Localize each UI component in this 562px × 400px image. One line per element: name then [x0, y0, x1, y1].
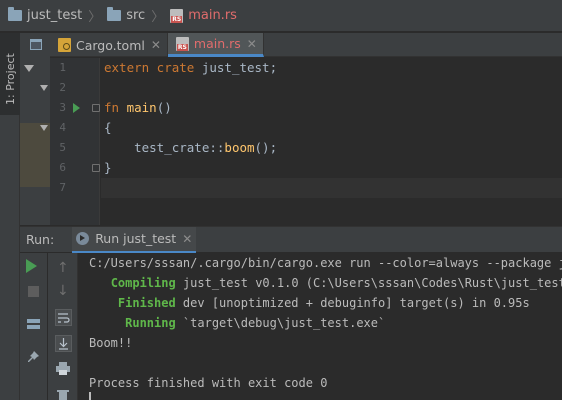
project-tool-tab[interactable]: 1: Project	[0, 33, 20, 115]
code-token: just_test;	[194, 60, 278, 75]
editor-gutter: 1 2 3 4 5 6 7	[50, 58, 100, 225]
breadcrumb-folder[interactable]: src	[107, 7, 146, 23]
tab-cargo-toml[interactable]: Cargo.toml ✕	[50, 33, 168, 57]
function-token: boom	[224, 140, 255, 155]
run-tab-label: Run just_test	[95, 231, 177, 246]
line-number: 3	[59, 101, 66, 114]
tab-run-configuration[interactable]: Run just_test ✕	[72, 226, 197, 253]
run-panel-title: Run:	[26, 232, 55, 247]
stop-icon[interactable]	[28, 286, 39, 297]
chevron-right-icon: 〉	[151, 10, 165, 25]
line-number: 1	[59, 61, 66, 74]
run-gutter-icon[interactable]	[73, 103, 80, 113]
code-token: test_crate::	[104, 140, 225, 155]
keyword-token: extern crate	[104, 60, 195, 75]
close-icon[interactable]: ✕	[182, 232, 192, 246]
console-caret	[89, 392, 91, 400]
code-editor[interactable]: extern crate just_test; fn main() { test…	[101, 58, 562, 225]
code-token: ()	[156, 100, 172, 115]
run-console[interactable]: C:/Users/sssan/.cargo/bin/cargo.exe run …	[79, 253, 562, 400]
editor-tab-bar: Cargo.toml ✕ main.rs ✕	[50, 33, 562, 57]
console-text: `target\debug\just_test.exe`	[175, 316, 386, 330]
trash-icon[interactable]	[57, 389, 69, 400]
console-line: Finished dev [unoptimized + debuginfo] t…	[89, 293, 530, 313]
console-program-output: Boom!!	[89, 336, 133, 350]
rerun-icon[interactable]	[26, 259, 37, 273]
pin-icon[interactable]	[28, 351, 40, 363]
toml-file-icon	[58, 38, 71, 52]
project-tool-tab-label: 1: Project	[4, 53, 17, 105]
code-token: {	[104, 120, 112, 135]
current-line-highlight	[101, 178, 562, 198]
code-line: fn main()	[104, 98, 172, 118]
code-line: extern crate just_test;	[104, 58, 277, 78]
folder-icon	[8, 7, 22, 21]
run-toolbar-primary	[20, 253, 47, 400]
line-number: 4	[59, 121, 66, 134]
project-tree-selection	[20, 123, 50, 187]
breadcrumb-project-label: just_test	[27, 8, 83, 23]
rust-file-icon	[175, 36, 189, 51]
scroll-to-end-icon[interactable]	[55, 335, 72, 352]
project-tree-panel	[20, 33, 50, 225]
soft-wrap-icon[interactable]	[55, 309, 72, 326]
expand-arrow-icon[interactable]	[40, 85, 48, 91]
console-line: Compiling just_test v0.1.0 (C:\Users\sss…	[89, 273, 562, 293]
console-exit-message: Process finished with exit code 0	[89, 376, 328, 390]
arrow-down-icon[interactable]: ↓	[57, 284, 73, 300]
keyword-token: fn	[104, 100, 120, 115]
breadcrumb-folder-label: src	[126, 8, 146, 23]
expand-arrow-icon[interactable]	[40, 125, 48, 131]
function-token: main	[126, 100, 157, 115]
line-number: 5	[59, 141, 66, 154]
line-number: 7	[59, 181, 66, 194]
status-running: Running	[125, 316, 176, 330]
print-icon[interactable]	[56, 362, 70, 375]
navigation-breadcrumb: just_test 〉 src 〉 main.rs	[0, 0, 562, 32]
breadcrumb-file-label: main.rs	[188, 8, 237, 23]
line-number: 2	[59, 81, 66, 94]
editor-layout-icon[interactable]	[30, 39, 42, 50]
left-tool-strip: 1: Project	[0, 33, 20, 400]
console-line: Running `target\debug\just_test.exe`	[89, 313, 385, 333]
code-token: }	[104, 160, 112, 175]
code-line: test_crate::boom();	[104, 138, 277, 158]
expand-arrow-icon[interactable]	[24, 65, 34, 72]
folder-icon	[107, 7, 122, 21]
run-panel-header: Run: Run just_test ✕	[20, 226, 562, 253]
arrow-up-icon[interactable]: ↑	[57, 261, 73, 277]
run-toolbar-secondary: ↑ ↓	[48, 253, 78, 400]
breadcrumb-file[interactable]: main.rs	[170, 8, 237, 23]
tab-label: Cargo.toml	[76, 37, 145, 53]
chevron-right-icon: 〉	[88, 10, 102, 25]
fold-icon[interactable]	[92, 104, 100, 112]
code-line: }	[104, 158, 112, 178]
status-finished: Finished	[117, 296, 176, 310]
close-icon[interactable]: ✕	[151, 38, 161, 52]
rust-file-icon	[170, 8, 184, 23]
console-text: just_test v0.1.0 (C:\Users\sssan\Codes\R…	[175, 276, 562, 290]
restore-layout-icon[interactable]	[27, 319, 40, 329]
console-text: dev [unoptimized + debuginfo] target(s) …	[175, 296, 530, 310]
code-token: ();	[254, 140, 278, 155]
console-command-line: C:/Users/sssan/.cargo/bin/cargo.exe run …	[89, 256, 562, 270]
fold-icon[interactable]	[92, 164, 100, 172]
tab-main-rs[interactable]: main.rs ✕	[167, 33, 264, 57]
tab-label: main.rs	[193, 36, 241, 51]
line-number: 6	[59, 161, 66, 174]
run-config-icon	[76, 232, 90, 245]
status-compiling: Compiling	[110, 276, 176, 290]
breadcrumb-project[interactable]: just_test	[8, 7, 83, 23]
close-icon[interactable]: ✕	[247, 37, 257, 51]
code-line: {	[104, 118, 112, 138]
